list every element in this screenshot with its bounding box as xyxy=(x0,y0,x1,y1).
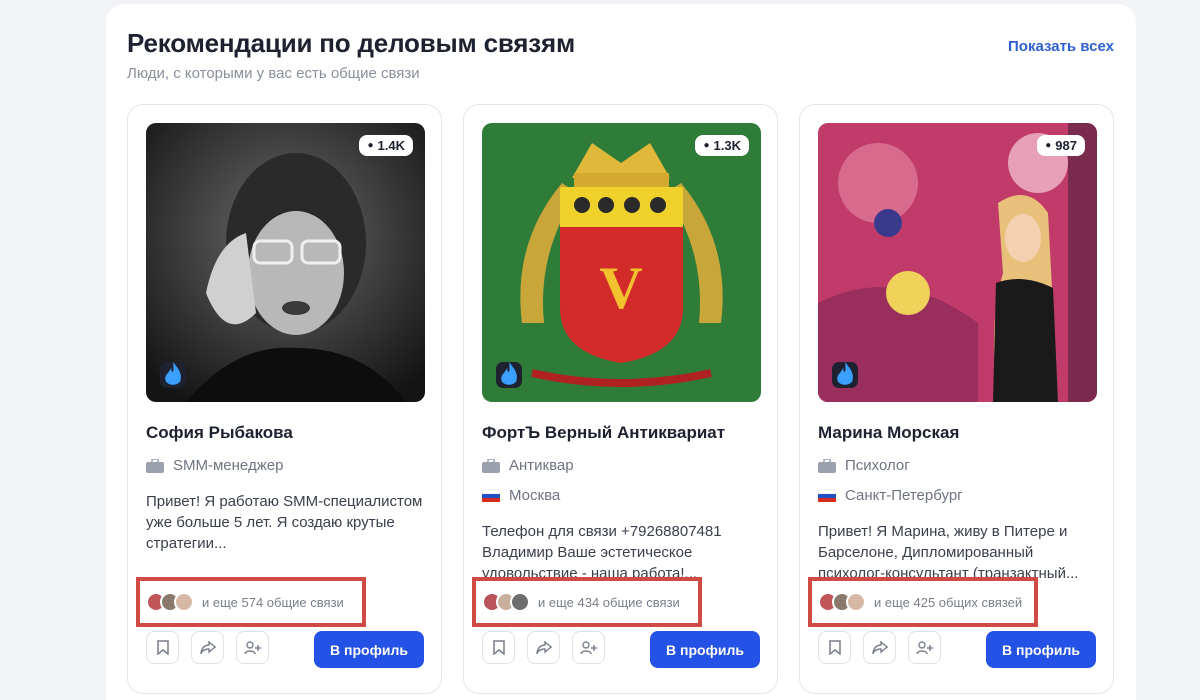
followers-count: 1.3K xyxy=(713,138,741,153)
section-title: Рекомендации по деловым связям xyxy=(127,28,575,58)
bookmark-button[interactable] xyxy=(146,631,179,664)
section-subtitle: Люди, с которыми у вас есть общие связи xyxy=(127,65,420,82)
card-actions xyxy=(482,631,605,664)
profile-bio: Телефон для связи +79268807481 Владимир … xyxy=(482,523,722,582)
share-button[interactable] xyxy=(191,631,224,664)
profile-photo[interactable]: ● 987 xyxy=(818,123,1097,402)
briefcase-icon xyxy=(482,458,500,473)
bookmark-icon xyxy=(828,640,841,655)
mutual-connections[interactable]: и еще 425 общих связей xyxy=(808,577,1038,627)
location-label: Москва xyxy=(509,487,561,504)
add-contact-button[interactable] xyxy=(908,631,941,664)
followers-badge: ● 1.3K xyxy=(695,135,749,156)
svg-text:V: V xyxy=(599,255,642,321)
role-row: Психолог xyxy=(818,457,910,474)
mutual-avatars xyxy=(818,592,866,612)
profile-photo[interactable]: V ● 1.3K xyxy=(482,123,761,402)
role-label: SMM-менеджер xyxy=(173,457,284,474)
profile-bio: Привет! Я работаю SMM-специалистом уже б… xyxy=(146,493,423,552)
recommendation-card: ● 1.4K София Рыбакова SMM-менеджер Приве… xyxy=(127,104,442,694)
mutual-connections[interactable]: и еще 434 общие связи xyxy=(472,577,702,627)
bookmark-icon xyxy=(492,640,505,655)
mutual-count-text: и еще 425 общих связей xyxy=(874,594,1023,610)
bookmark-button[interactable] xyxy=(482,631,515,664)
person-icon: ● xyxy=(703,140,710,151)
share-icon xyxy=(199,640,216,654)
followers-badge: ● 987 xyxy=(1037,135,1085,156)
mutual-avatars xyxy=(146,592,194,612)
share-button[interactable] xyxy=(863,631,896,664)
location-row: Санкт-Петербург xyxy=(818,487,963,504)
profile-name[interactable]: Марина Морская xyxy=(818,423,959,443)
flame-icon xyxy=(832,362,858,388)
share-button[interactable] xyxy=(527,631,560,664)
russia-flag-icon xyxy=(818,489,836,502)
russia-flag-icon xyxy=(482,489,500,502)
profile-photo-image: V xyxy=(482,123,761,402)
profile-bio: Привет! Я Марина, живу в Питере и Барсел… xyxy=(818,523,1079,582)
flame-icon xyxy=(496,362,522,388)
share-icon xyxy=(535,640,552,654)
location-row: Москва xyxy=(482,487,560,504)
view-profile-button[interactable]: В профиль xyxy=(314,631,424,668)
avatar xyxy=(510,592,530,612)
bookmark-button[interactable] xyxy=(818,631,851,664)
followers-count: 1.4K xyxy=(377,138,405,153)
recommendation-card: V ● 1.3K ФортЪ Верный Антиквариат Антикв… xyxy=(463,104,778,694)
bookmark-icon xyxy=(156,640,169,655)
profile-photo-image xyxy=(818,123,1097,402)
view-profile-button[interactable]: В профиль xyxy=(986,631,1096,668)
location-label: Санкт-Петербург xyxy=(845,487,963,504)
mutual-count-text: и еще 434 общие связи xyxy=(538,594,680,610)
followers-count: 987 xyxy=(1055,138,1077,153)
role-row: Антиквар xyxy=(482,457,574,474)
mutual-count-text: и еще 574 общие связи xyxy=(202,594,344,610)
mutual-avatars xyxy=(482,592,530,612)
profile-photo[interactable]: ● 1.4K xyxy=(146,123,425,402)
role-row: SMM-менеджер xyxy=(146,457,283,474)
share-icon xyxy=(871,640,888,654)
view-profile-button[interactable]: В профиль xyxy=(650,631,760,668)
card-actions xyxy=(146,631,269,664)
add-contact-button[interactable] xyxy=(572,631,605,664)
avatar xyxy=(174,592,194,612)
person-icon: ● xyxy=(1045,140,1052,151)
add-user-icon xyxy=(243,640,261,654)
briefcase-icon xyxy=(146,458,164,473)
flame-icon xyxy=(160,362,186,388)
add-contact-button[interactable] xyxy=(236,631,269,664)
recommendations-panel: Рекомендации по деловым связям Люди, с к… xyxy=(106,4,1136,700)
person-icon: ● xyxy=(367,140,374,151)
role-label: Антиквар xyxy=(509,457,574,474)
card-actions xyxy=(818,631,941,664)
profile-name[interactable]: София Рыбакова xyxy=(146,423,293,443)
add-user-icon xyxy=(915,640,933,654)
avatar xyxy=(846,592,866,612)
show-all-link[interactable]: Показать всех xyxy=(1008,38,1114,55)
followers-badge: ● 1.4K xyxy=(359,135,413,156)
add-user-icon xyxy=(579,640,597,654)
recommendation-card: ● 987 Марина Морская Психолог Санкт-Пете… xyxy=(799,104,1114,694)
profile-photo-image xyxy=(146,123,425,402)
briefcase-icon xyxy=(818,458,836,473)
role-label: Психолог xyxy=(845,457,910,474)
mutual-connections[interactable]: и еще 574 общие связи xyxy=(136,577,366,627)
profile-name[interactable]: ФортЪ Верный Антиквариат xyxy=(482,423,725,443)
